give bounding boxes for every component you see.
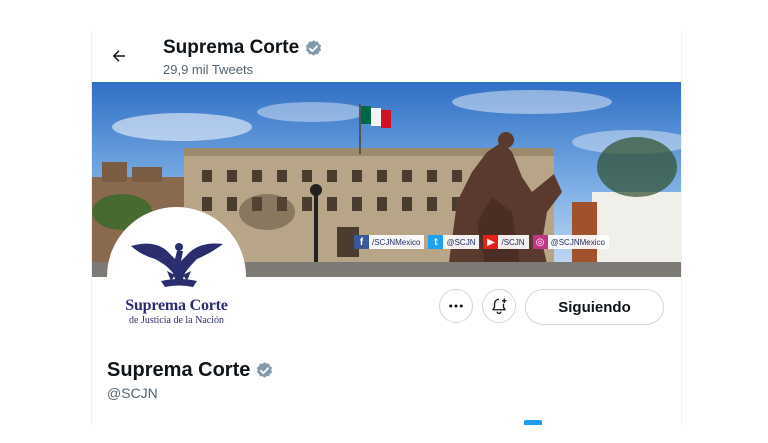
arrow-left-icon: [112, 50, 125, 62]
bell-plus-icon: [492, 298, 507, 315]
social-links-bar: f /SCJNMexico t @SCJN ▶ /SCJN ◎ @SCJNMex…: [354, 234, 609, 250]
instagram-icon: ◎: [532, 235, 548, 249]
header-title: Suprema Corte: [163, 37, 323, 59]
back-button[interactable]: [102, 39, 136, 73]
social-handle-youtube: /SCJN: [501, 237, 525, 247]
facebook-icon: f: [354, 235, 369, 249]
following-button[interactable]: Siguiendo: [525, 289, 664, 325]
social-item-youtube: ▶ /SCJN: [483, 235, 529, 249]
social-handle-instagram: @SCJNMexico: [550, 237, 605, 247]
more-dots-icon: [449, 304, 463, 308]
social-item-twitter: t @SCJN: [428, 235, 480, 249]
youtube-icon: ▶: [483, 235, 499, 249]
verified-badge-icon: [304, 39, 323, 58]
social-handle-twitter: @SCJN: [446, 237, 476, 247]
partial-element: [524, 420, 542, 425]
profile-panel: Suprema Corte 29,9 mil Tweets f /SCJNMex…: [91, 30, 682, 425]
social-handle-facebook: /SCJNMexico: [372, 237, 421, 247]
profile-handle: @SCJN: [107, 385, 158, 401]
avatar[interactable]: Suprema Corte de Justicia de la Nación: [107, 207, 246, 346]
verified-badge-icon: [255, 361, 274, 380]
notifications-button[interactable]: [482, 289, 516, 323]
social-item-facebook: f /SCJNMexico: [354, 235, 425, 249]
more-options-button[interactable]: [439, 289, 473, 323]
profile-display-name: Suprema Corte: [107, 359, 251, 381]
profile-name: Suprema Corte: [107, 359, 274, 382]
tweet-count: 29,9 mil Tweets: [163, 62, 254, 77]
avatar-subtitle: de Justicia de la Nación: [129, 315, 224, 326]
avatar-title: Suprema Corte: [125, 297, 228, 314]
social-item-instagram: ◎ @SCJNMexico: [532, 235, 609, 249]
header-account-name: Suprema Corte: [163, 37, 300, 58]
twitter-icon: t: [428, 235, 444, 249]
